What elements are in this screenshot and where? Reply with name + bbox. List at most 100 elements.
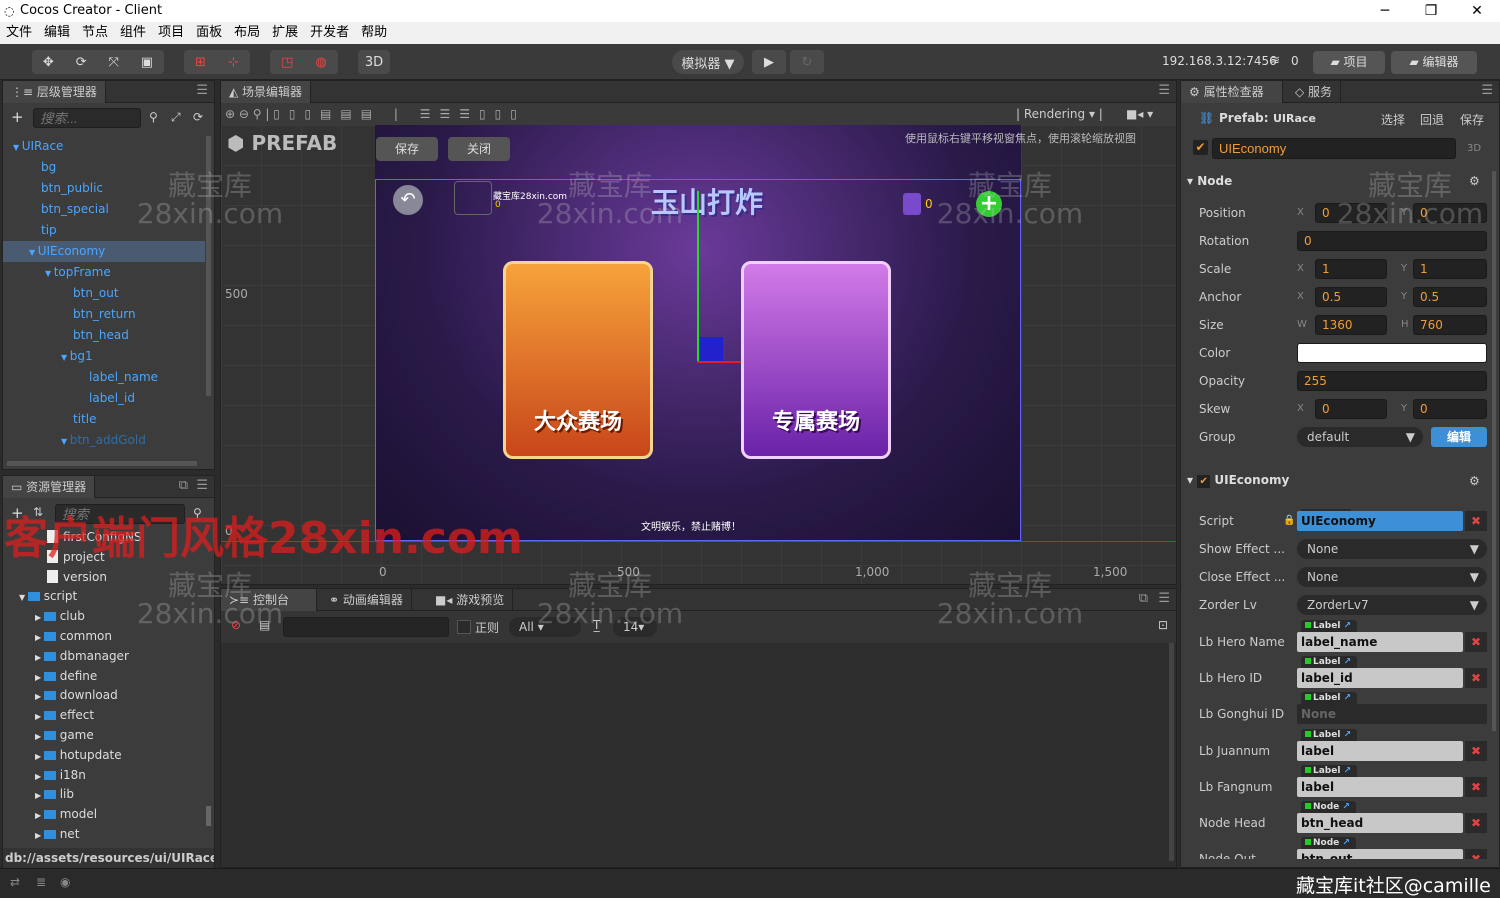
inspector-scrollbar[interactable] (1492, 171, 1496, 731)
menu-item[interactable]: 节点 (82, 22, 108, 44)
expand-arrow-icon[interactable]: ▼ (19, 593, 28, 602)
field-ref-ref[interactable]: Label ↗ label_id (1297, 656, 1463, 688)
popout-icon[interactable]: ⧉ (1139, 591, 1148, 606)
tree-node[interactable]: btn_head (3, 325, 205, 346)
tree-node[interactable]: label_name (3, 367, 205, 388)
console-filter-input[interactable] (283, 617, 449, 637)
expand-arrow-icon[interactable]: ▼ (13, 143, 22, 152)
field-select[interactable]: None ▼ (1297, 567, 1487, 587)
expand-arrow-icon[interactable]: ▶ (35, 752, 44, 761)
prop-scale-x-input[interactable]: 1 (1315, 259, 1387, 279)
camera-icon[interactable]: ■◂ ▾ (1126, 103, 1153, 125)
sync-icon[interactable]: ⇄ (10, 875, 20, 889)
eye-icon[interactable]: ◉ (60, 875, 70, 889)
regex-checkbox[interactable] (457, 620, 471, 634)
node-section-header[interactable]: ▾ Node (1187, 174, 1232, 188)
field-ref-script[interactable]: script ↗ UIEconomy (1297, 509, 1463, 531)
menu-item[interactable]: 文件 (6, 22, 32, 44)
prop-opacity-input[interactable]: 255 (1297, 371, 1487, 391)
clear-icon[interactable]: ⊘ (231, 618, 241, 632)
tree-node[interactable]: btn_public (3, 178, 205, 199)
node-settings-icon[interactable]: ⚙ (1469, 174, 1480, 188)
expand-arrow-icon[interactable]: ▶ (35, 653, 44, 662)
clear-field-icon[interactable]: ✖ (1465, 632, 1487, 652)
play-button[interactable]: ▶ (752, 50, 786, 74)
prefab-select-button[interactable]: 选择 (1381, 111, 1405, 128)
prefab-save-button[interactable]: 保存 (1460, 111, 1484, 128)
tree-node[interactable]: tip (3, 220, 205, 241)
maximize-button[interactable]: ❐ (1408, 0, 1454, 22)
clear-field-icon[interactable]: ✖ (1465, 777, 1487, 797)
pivot-icon[interactable]: ⊞ (195, 55, 206, 70)
panel-menu-icon[interactable]: ☰ (196, 83, 208, 98)
prop-anchor-y-input[interactable]: 0.5 (1413, 287, 1487, 307)
tab-hierarchy[interactable]: ⋮≡ 层级管理器 (3, 81, 106, 103)
menu-item[interactable]: 帮助 (361, 22, 387, 44)
field-select[interactable]: ZorderLv7 ▼ (1297, 595, 1487, 615)
prop-position-x-input[interactable]: 0 (1315, 203, 1387, 223)
tab-game-preview[interactable]: ■◂ 游戏预览 (427, 589, 514, 611)
tab-assets[interactable]: ▭ 资源管理器 (3, 476, 96, 498)
asset-item[interactable]: ▶ effect (3, 706, 205, 726)
back-button[interactable]: ↶ (393, 185, 423, 215)
rendering-select[interactable]: | Rendering ▾ | (1016, 103, 1103, 125)
asset-item[interactable]: ▶ game (3, 726, 205, 746)
expand-arrow-icon[interactable]: ▶ (35, 791, 44, 800)
console-scrollbar[interactable] (1169, 643, 1174, 861)
tree-node[interactable]: btn_return (3, 304, 205, 325)
panel-menu-icon[interactable]: ☰ (196, 478, 208, 493)
add-node-icon[interactable]: + (11, 108, 24, 126)
color-swatch[interactable] (1297, 343, 1487, 363)
move-tool-icon[interactable]: ✥ (43, 55, 54, 70)
clear-field-icon[interactable]: ✖ (1465, 741, 1487, 761)
public-arena-card[interactable]: 大众赛场 (503, 261, 653, 459)
menu-item[interactable]: 编辑 (44, 22, 70, 44)
assets-scrollbar[interactable] (206, 806, 211, 826)
expand-arrow-icon[interactable]: ▶ (35, 613, 44, 622)
tree-node[interactable]: ▼ UIEconomy (3, 241, 205, 262)
asset-item[interactable]: ▶ hotupdate (3, 746, 205, 766)
avatar[interactable] (454, 181, 492, 215)
field-ref-ref[interactable]: Label ↗ label (1297, 765, 1463, 797)
asset-item[interactable]: ▶ club (3, 607, 205, 627)
expand-icon[interactable]: ⤢ (171, 110, 181, 125)
component-settings-icon[interactable]: ⚙ (1469, 474, 1480, 488)
popout-icon[interactable]: ⧉ (179, 478, 188, 493)
font-size-select[interactable]: 14▾ (613, 617, 657, 637)
field-ref-empty[interactable]: Label ↗ None (1297, 692, 1487, 724)
component-header[interactable]: ▾ ✔ UIEconomy (1187, 473, 1289, 488)
prefab-save-button[interactable]: 保存 (376, 137, 438, 161)
collapse-icon[interactable]: ⊡ (1158, 618, 1168, 632)
zoom-out-icon[interactable]: ⊖ (239, 107, 249, 121)
asset-item[interactable]: ▼ script (3, 587, 205, 607)
log-file-icon[interactable]: ▤ (259, 618, 270, 632)
asset-item[interactable]: ▶ lib (3, 785, 205, 805)
tree-node[interactable]: btn_special (3, 199, 205, 220)
align-icons[interactable]: ▯▯▯▤▤▤ | ☰☰☰▯▯▯ (273, 107, 526, 121)
refresh-icon[interactable]: ⟳ (193, 110, 203, 124)
database-icon[interactable]: ≣ (36, 875, 46, 889)
tab-scene[interactable]: ◭ 场景编辑器 (221, 81, 312, 103)
menu-item[interactable]: 开发者 (310, 22, 349, 44)
expand-arrow-icon[interactable]: ▼ (61, 353, 70, 362)
asset-item[interactable]: version (3, 568, 205, 588)
prop-position-y-input[interactable]: 0 (1413, 203, 1487, 223)
minimize-button[interactable]: ─ (1362, 0, 1408, 22)
add-gem-button[interactable]: + (976, 191, 1002, 217)
simulator-select[interactable]: 模拟器 ▼ (672, 50, 744, 74)
field-ref-ref[interactable]: Label ↗ label (1297, 729, 1463, 761)
zoom-reset-icon[interactable]: ⚲ (253, 107, 262, 121)
expand-arrow-icon[interactable]: ▶ (35, 811, 44, 820)
tree-node[interactable]: bg (3, 157, 205, 178)
tab-animation[interactable]: ⚭ 动画编辑器 (321, 589, 412, 611)
clear-field-icon[interactable]: ✖ (1465, 511, 1487, 531)
tree-node[interactable]: btn_out (3, 283, 205, 304)
hierarchy-scrollbar[interactable] (206, 136, 211, 396)
panel-menu-icon[interactable]: ☰ (1158, 83, 1170, 98)
tree-node[interactable]: ▼ btn_addGold (3, 430, 205, 451)
xy-gizmo[interactable] (699, 337, 723, 361)
asset-item[interactable]: ▶ model (3, 805, 205, 825)
node-active-checkbox[interactable]: ✔ (1193, 140, 1208, 155)
log-level-select[interactable]: All ▾ (509, 617, 581, 637)
y-gizmo[interactable] (697, 191, 699, 361)
